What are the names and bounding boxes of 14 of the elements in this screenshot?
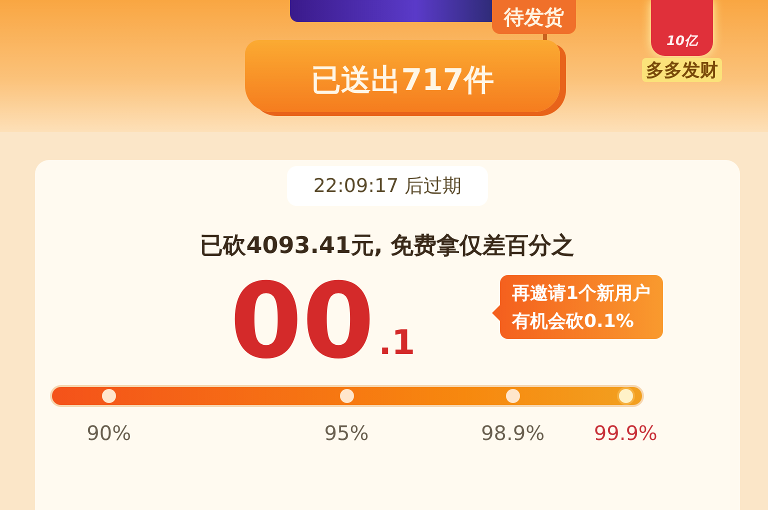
ship-tag: 待发货 bbox=[492, 0, 576, 34]
remaining-decimal: .1 bbox=[378, 323, 416, 363]
tooltip-line: 再邀请1个新用户 bbox=[512, 282, 651, 305]
milestone-label: 95% bbox=[324, 421, 369, 445]
tooltip-line: 有机会砍0.1% bbox=[512, 310, 635, 333]
badge-label: 多多发财 bbox=[642, 58, 722, 82]
cut-summary: 已砍4093.41元, 免费拿仅差百分之 bbox=[200, 232, 575, 261]
expiry-timer: 22:09:17 后过期 bbox=[287, 166, 488, 206]
milestone-label: 98.9% bbox=[481, 421, 545, 445]
sent-count-banner: 已送出717件 bbox=[245, 40, 560, 112]
milestone-label: 90% bbox=[86, 421, 132, 445]
milestone-label: 99.9% bbox=[594, 421, 658, 445]
remaining-percent: 00 bbox=[230, 269, 375, 373]
packet-amount: 10亿 bbox=[666, 33, 698, 51]
